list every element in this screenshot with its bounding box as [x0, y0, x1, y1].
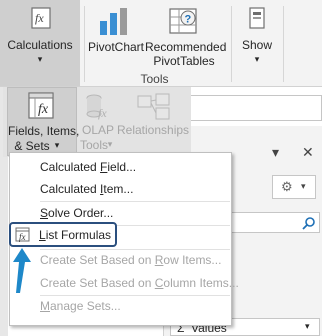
svg-text:fx: fx [98, 106, 107, 120]
menu-item-calculated-field[interactable]: Calculated Field... [40, 160, 136, 174]
chevron-down-icon: ▾ [54, 140, 60, 150]
search-field[interactable] [222, 212, 320, 233]
fields-items-sets-button[interactable]: fx Fields, Items, & Sets ▾ [7, 87, 80, 156]
layout-settings-button[interactable]: ⚙ ▾ [272, 175, 316, 199]
ribbon-divider [283, 6, 284, 82]
olap-tools-icon: fx [86, 94, 107, 120]
chevron-down-icon: ▾ [254, 54, 260, 64]
calculations-label: Calculations [7, 38, 73, 52]
relationships-button: Relationships [117, 87, 189, 156]
pivotchart-icon [100, 8, 127, 35]
list-formulas-icon: fx [15, 227, 30, 242]
menu-separator [40, 201, 230, 202]
pivotchart-button[interactable]: PivotChart [86, 0, 146, 70]
show-icon [249, 7, 265, 29]
search-icon [302, 217, 315, 230]
menu-item-solve-order[interactable]: Solve Order... [40, 206, 113, 220]
recommended-pivottables-icon: ? [169, 8, 197, 34]
relationships-icon [137, 93, 170, 120]
chevron-down-icon: ▾ [301, 181, 306, 191]
fields-items-sets-icon: fx [28, 92, 54, 119]
tools-group-label: Tools [140, 72, 169, 86]
chevron-down-icon: ▾ [107, 139, 113, 149]
menu-item-manage-sets: Manage Sets... [40, 299, 121, 313]
olap-tools-button: fx OLAP Tools ▾ [78, 87, 118, 156]
chevron-down-icon: ▾ [305, 321, 310, 331]
close-icon[interactable]: ✕ [302, 144, 314, 161]
pointer-arrow-icon [13, 248, 31, 293]
svg-text:?: ? [185, 14, 192, 26]
formula-bar[interactable] [190, 95, 322, 121]
pane-options-arrow-icon[interactable]: ▾ [272, 144, 279, 161]
recommended-label-line1: Recommended [145, 40, 227, 54]
svg-text:fx: fx [19, 232, 26, 242]
fields-items-sets-label-line2: & Sets [14, 139, 50, 153]
fields-items-sets-label-line1: Fields, Items, [8, 124, 80, 138]
menu-item-create-set-row: Create Set Based on Row Items... [40, 253, 222, 267]
svg-text:fx: fx [35, 11, 44, 25]
calculations-button[interactable]: fx Calculations ▾ [0, 0, 80, 86]
recommended-pivottables-button[interactable]: ? Recommended PivotTables [145, 0, 227, 70]
gear-icon: ⚙ [281, 179, 293, 194]
pivotchart-label: PivotChart [87, 40, 145, 54]
menu-item-list-formulas[interactable]: fx List Formulas [9, 222, 117, 247]
menu-item-calculated-item[interactable]: Calculated Item... [40, 182, 133, 196]
chevron-down-icon: ▾ [37, 54, 43, 64]
relationships-label: Relationships [117, 123, 190, 137]
show-label: Show [241, 38, 273, 52]
menu-separator [40, 249, 230, 250]
menu-separator [40, 295, 230, 296]
olap-label-line2: Tools [80, 138, 109, 152]
olap-label-line1: OLAP [81, 123, 114, 137]
list-formulas-label: List Formulas [39, 228, 112, 242]
ribbon-divider [84, 6, 85, 82]
menu-item-create-set-column: Create Set Based on Column Items... [40, 276, 239, 290]
recommended-label-line2: PivotTables [153, 54, 215, 68]
calculations-icon: fx [31, 7, 51, 29]
ribbon-divider [231, 6, 232, 82]
show-button[interactable]: Show ▾ [237, 0, 277, 70]
svg-text:fx: fx [38, 102, 49, 117]
